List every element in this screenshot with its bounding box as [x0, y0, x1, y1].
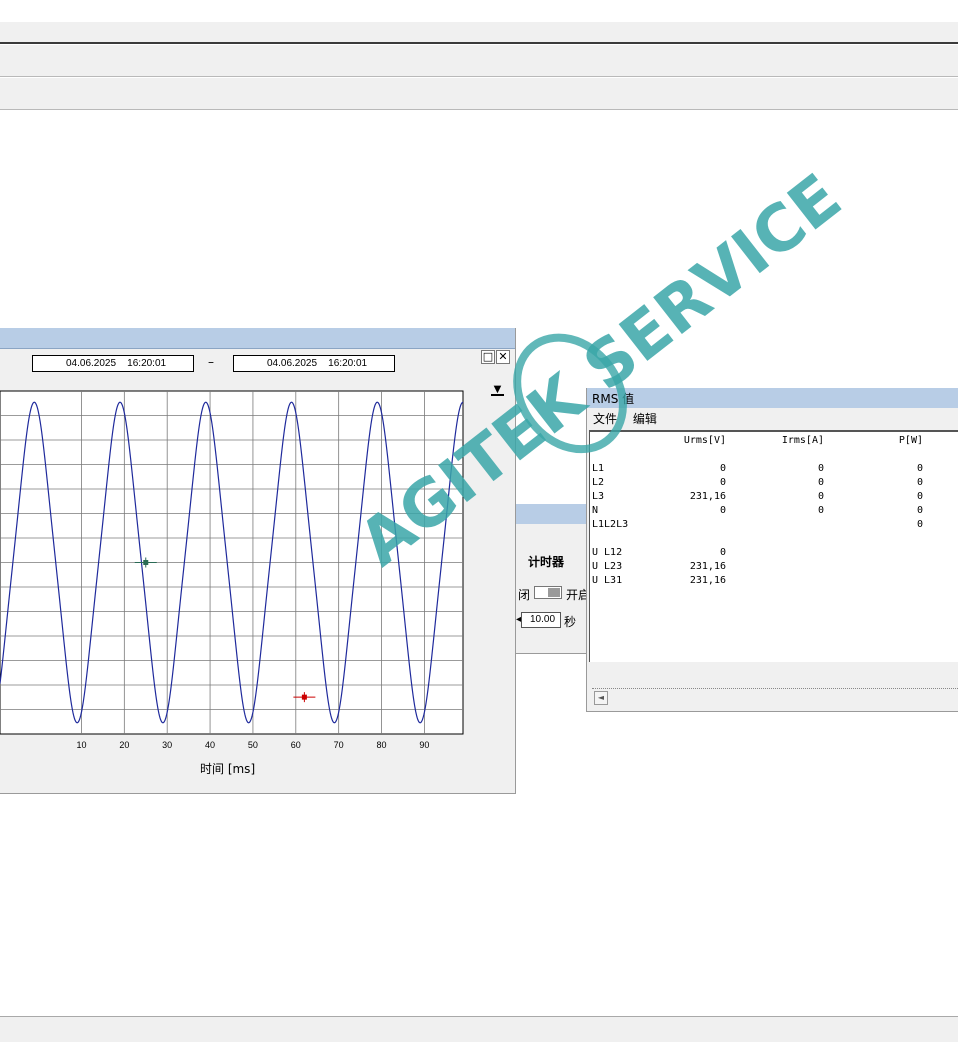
irms-value: 0: [817, 477, 824, 488]
urms-value: 0: [719, 477, 726, 488]
toolbar-secondary: [0, 78, 958, 110]
start-time-field[interactable]: 04.06.2025 16:20:01: [32, 355, 194, 372]
toggle-knob: [548, 588, 560, 597]
x-tick-label: 90: [419, 740, 429, 750]
horizontal-scrollbar[interactable]: ◄: [592, 688, 958, 706]
line-voltage-value: 231,16: [689, 575, 726, 586]
x-tick-label: 40: [205, 740, 215, 750]
rms-window: RMS 值 文件 编辑 Urms[V] Irms[A] P[W] L1 0 0 0 L2…: [586, 388, 958, 712]
end-time-field[interactable]: 04.06.2025 16:20:01: [233, 355, 395, 372]
x-tick-label: 80: [377, 740, 387, 750]
rms-menu-bar: 文件 编辑: [593, 410, 669, 428]
dropdown-arrow-icon[interactable]: ▼: [491, 384, 504, 396]
scroll-left-icon[interactable]: ◄: [594, 691, 608, 705]
urms-value: 0: [719, 505, 726, 516]
row-label: N: [592, 505, 599, 516]
rms-window-titlebar[interactable]: RMS 值: [587, 388, 958, 408]
irms-value: 0: [817, 463, 824, 474]
cursor-2-marker: [301, 694, 307, 700]
header-urms: Urms[V]: [683, 435, 726, 446]
line-voltage-label: U L12: [592, 547, 623, 558]
row-label: L1L2L3: [592, 519, 629, 530]
menu-edit[interactable]: 编辑: [633, 412, 657, 426]
p-value: 0: [916, 463, 923, 474]
line-voltage-value: 0: [719, 547, 726, 558]
restore-window-icon[interactable]: □: [481, 350, 495, 364]
x-tick-label: 50: [248, 740, 258, 750]
line-voltage-label: U L23: [592, 561, 623, 572]
irms-value: 0: [817, 491, 824, 502]
date-range-separator: –: [208, 355, 214, 369]
urms-value: 0: [719, 463, 726, 474]
header-p: P[W]: [898, 435, 923, 446]
line-voltage-value: 231,16: [689, 561, 726, 572]
oscilloscope-window: 04.06.2025 16:20:01 – 04.06.2025 16:20:0…: [0, 328, 516, 794]
p-value: 0: [916, 519, 923, 530]
cursor-1-marker: [143, 560, 149, 565]
row-label: L2: [592, 477, 605, 488]
row-label: L1: [592, 463, 605, 474]
x-axis-label: 时间 [ms]: [200, 762, 256, 776]
toolbar-primary: [0, 45, 958, 77]
timer-toggle-switch[interactable]: [534, 586, 562, 599]
menu-bar: [0, 22, 958, 44]
rms-table: Urms[V] Irms[A] P[W] L1 0 0 0 L2 0 0 0 L3 231,16 0…: [589, 430, 958, 705]
timer-window-titlebar[interactable]: [516, 504, 588, 524]
title-strip: [0, 0, 958, 22]
timer-unit-label: 秒: [564, 615, 577, 629]
status-bar: [0, 1016, 958, 1042]
irms-value: 0: [817, 505, 824, 516]
timer-interval-input[interactable]: 10.00: [521, 612, 561, 628]
oscilloscope-titlebar[interactable]: [0, 328, 515, 349]
close-window-icon[interactable]: ✕: [496, 350, 510, 364]
waveform-chart[interactable]: 10 20 30 40 50 60 70 80 90: [0, 388, 470, 760]
line-voltage-label: U L31: [592, 575, 623, 586]
x-tick-label: 30: [162, 740, 172, 750]
timer-window: 计时器 闭 开启 ◂ 10.00 秒: [516, 504, 590, 654]
p-value: 0: [916, 491, 923, 502]
menu-file[interactable]: 文件: [593, 412, 617, 426]
p-value: 0: [916, 477, 923, 488]
p-value: 0: [916, 505, 923, 516]
urms-value: 231,16: [689, 491, 726, 502]
x-tick-label: 20: [119, 740, 129, 750]
row-label: L3: [592, 491, 605, 502]
x-tick-label: 70: [334, 740, 344, 750]
x-tick-label: 10: [76, 740, 86, 750]
x-tick-label: 60: [291, 740, 301, 750]
timer-off-label: 闭: [518, 588, 531, 602]
rms-window-title: RMS 值: [592, 392, 635, 406]
timer-label: 计时器: [528, 555, 565, 569]
header-irms: Irms[A]: [781, 435, 824, 446]
